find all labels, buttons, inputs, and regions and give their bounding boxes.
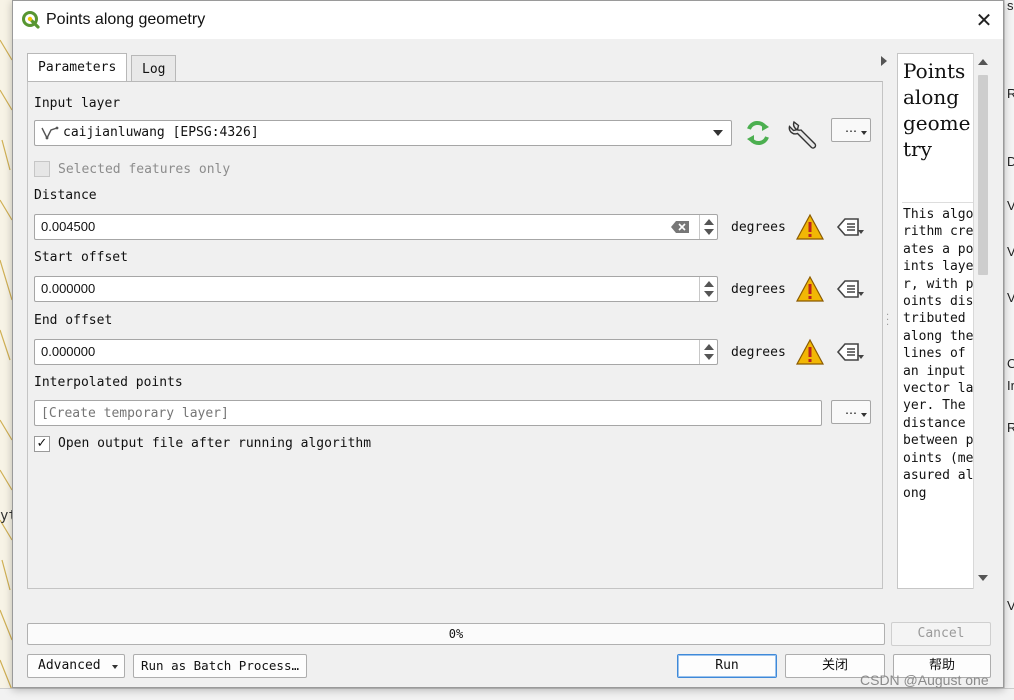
refresh-icon[interactable] (743, 119, 773, 147)
bg-letter: V (1007, 598, 1014, 613)
close-icon[interactable]: ✕ (971, 7, 997, 33)
end-offset-spinner[interactable] (699, 340, 717, 364)
more-label: … (845, 121, 857, 135)
bg-letter: V (1007, 198, 1014, 213)
splitter-handle[interactable]: · · · (886, 311, 889, 331)
chevron-down-icon (861, 413, 867, 417)
end-offset-input[interactable]: 0.000000 (34, 339, 718, 365)
end-offset-label: End offset (34, 313, 113, 328)
background-right-panel: sl R D V V V O Ir R V (1004, 0, 1014, 700)
input-layer-label: Input layer (34, 96, 121, 111)
bg-letter: Ir (1007, 378, 1014, 393)
distance-value: 0.004500 (41, 219, 96, 234)
distance-unit: degrees (731, 220, 786, 235)
dialog-title: Points along geometry (46, 11, 206, 28)
distance-input[interactable]: 0.004500 (34, 214, 718, 240)
run-button[interactable]: Run (677, 654, 777, 678)
selected-features-label: Selected features only (58, 162, 231, 177)
warning-icon (795, 338, 825, 365)
run-as-batch-button[interactable]: Run as Batch Process… (133, 654, 307, 678)
bg-letter: sl (1007, 0, 1014, 13)
output-layer-input[interactable] (34, 400, 822, 426)
scrollbar-thumb[interactable] (978, 75, 988, 275)
tab-parameters[interactable]: Parameters (27, 53, 128, 82)
bg-letter: V (1007, 244, 1014, 259)
help-title: Points along geometry (903, 59, 971, 161)
input-layer-value: caijianluwang [EPSG:4326] (63, 125, 259, 140)
clear-icon[interactable] (671, 220, 691, 234)
help-divider (902, 202, 974, 203)
data-defined-override-icon[interactable] (836, 341, 866, 363)
advanced-button[interactable]: Advanced (27, 654, 125, 678)
interpolated-points-label: Interpolated points (34, 375, 183, 390)
background-status-strip (0, 688, 1014, 700)
end-offset-value: 0.000000 (41, 344, 96, 359)
data-defined-override-icon[interactable] (836, 216, 866, 238)
start-offset-label: Start offset (34, 250, 128, 265)
tab-log[interactable]: Log (131, 55, 177, 82)
cancel-button[interactable]: Cancel (891, 622, 991, 646)
start-offset-input[interactable]: 0.000000 (34, 276, 718, 302)
bg-letter: R (1007, 86, 1014, 101)
open-output-label: Open output file after running algorithm (58, 436, 372, 451)
input-layer-combobox[interactable]: caijianluwang [EPSG:4326] (34, 120, 732, 146)
watermark: CSDN @August one (860, 672, 989, 688)
end-offset-unit: degrees (731, 345, 786, 360)
bg-letter: R (1007, 420, 1014, 435)
line-layer-icon (41, 126, 59, 140)
warning-icon (795, 275, 825, 302)
data-defined-override-icon[interactable] (836, 278, 866, 300)
points-along-geometry-dialog: Points along geometry ✕ Parameters Log I… (12, 0, 1004, 688)
chevron-down-icon (112, 665, 118, 669)
scroll-down-icon[interactable] (978, 575, 988, 581)
collapse-help-icon[interactable] (881, 56, 887, 66)
progress-bar: 0% (27, 623, 885, 645)
open-output-checkbox[interactable]: ✓ (34, 436, 50, 452)
output-options-button[interactable]: … (831, 400, 871, 424)
wrench-icon[interactable] (788, 118, 820, 150)
qgis-logo-icon (22, 11, 40, 29)
parameters-panel: Input layer caijianluwang [EPSG:4326] … … (27, 81, 883, 589)
start-offset-unit: degrees (731, 282, 786, 297)
distance-label: Distance (34, 188, 97, 203)
start-offset-value: 0.000000 (41, 281, 96, 296)
dialog-titlebar: Points along geometry ✕ (13, 1, 1003, 39)
bg-letter: V (1007, 290, 1014, 305)
chevron-down-icon (713, 130, 723, 136)
help-text: This algorithm creates a points layer, w… (903, 207, 974, 501)
more-label: … (845, 403, 857, 417)
input-layer-options-button[interactable]: … (831, 118, 871, 142)
start-offset-spinner[interactable] (699, 277, 717, 301)
scroll-up-icon[interactable] (978, 59, 988, 65)
distance-spinner[interactable] (699, 215, 717, 239)
selected-features-checkbox[interactable] (34, 161, 50, 177)
chevron-down-icon (861, 131, 867, 135)
bg-letter: D (1007, 154, 1014, 169)
advanced-label: Advanced (38, 658, 101, 673)
bg-letter: O (1007, 356, 1014, 371)
warning-icon (795, 213, 825, 240)
help-scrollbar[interactable] (973, 53, 991, 589)
